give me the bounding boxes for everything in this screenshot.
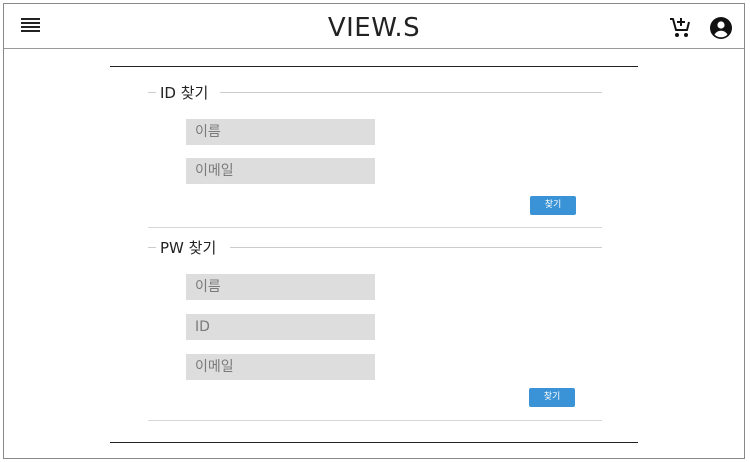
id-find-submit-button[interactable]: 찾기 [530,196,576,215]
content-bottom-rule [110,442,638,443]
pw-find-submit-button[interactable]: 찾기 [529,388,575,407]
account-circle-icon[interactable] [709,16,733,40]
pw-find-legend: PW 찾기 [148,237,602,257]
content-top-rule [110,66,638,67]
header-bar: VIEW.S [4,4,744,49]
site-logo[interactable]: VIEW.S [4,13,744,43]
id-find-title: ID 찾기 [160,84,209,102]
pw-find-email-input[interactable] [186,354,375,380]
app-window: VIEW.S ID 찾기 찾기 PW 찾기 찾기 [3,3,745,459]
id-find-legend: ID 찾기 [148,82,602,102]
add-shopping-cart-icon[interactable] [668,16,692,40]
section-divider-bottom [148,420,602,421]
pw-find-id-input[interactable] [186,314,375,340]
id-find-name-input[interactable] [186,119,375,145]
pw-find-name-input[interactable] [186,274,375,300]
id-find-email-input[interactable] [186,158,375,184]
pw-find-title: PW 찾기 [160,239,217,257]
section-divider [148,227,602,228]
